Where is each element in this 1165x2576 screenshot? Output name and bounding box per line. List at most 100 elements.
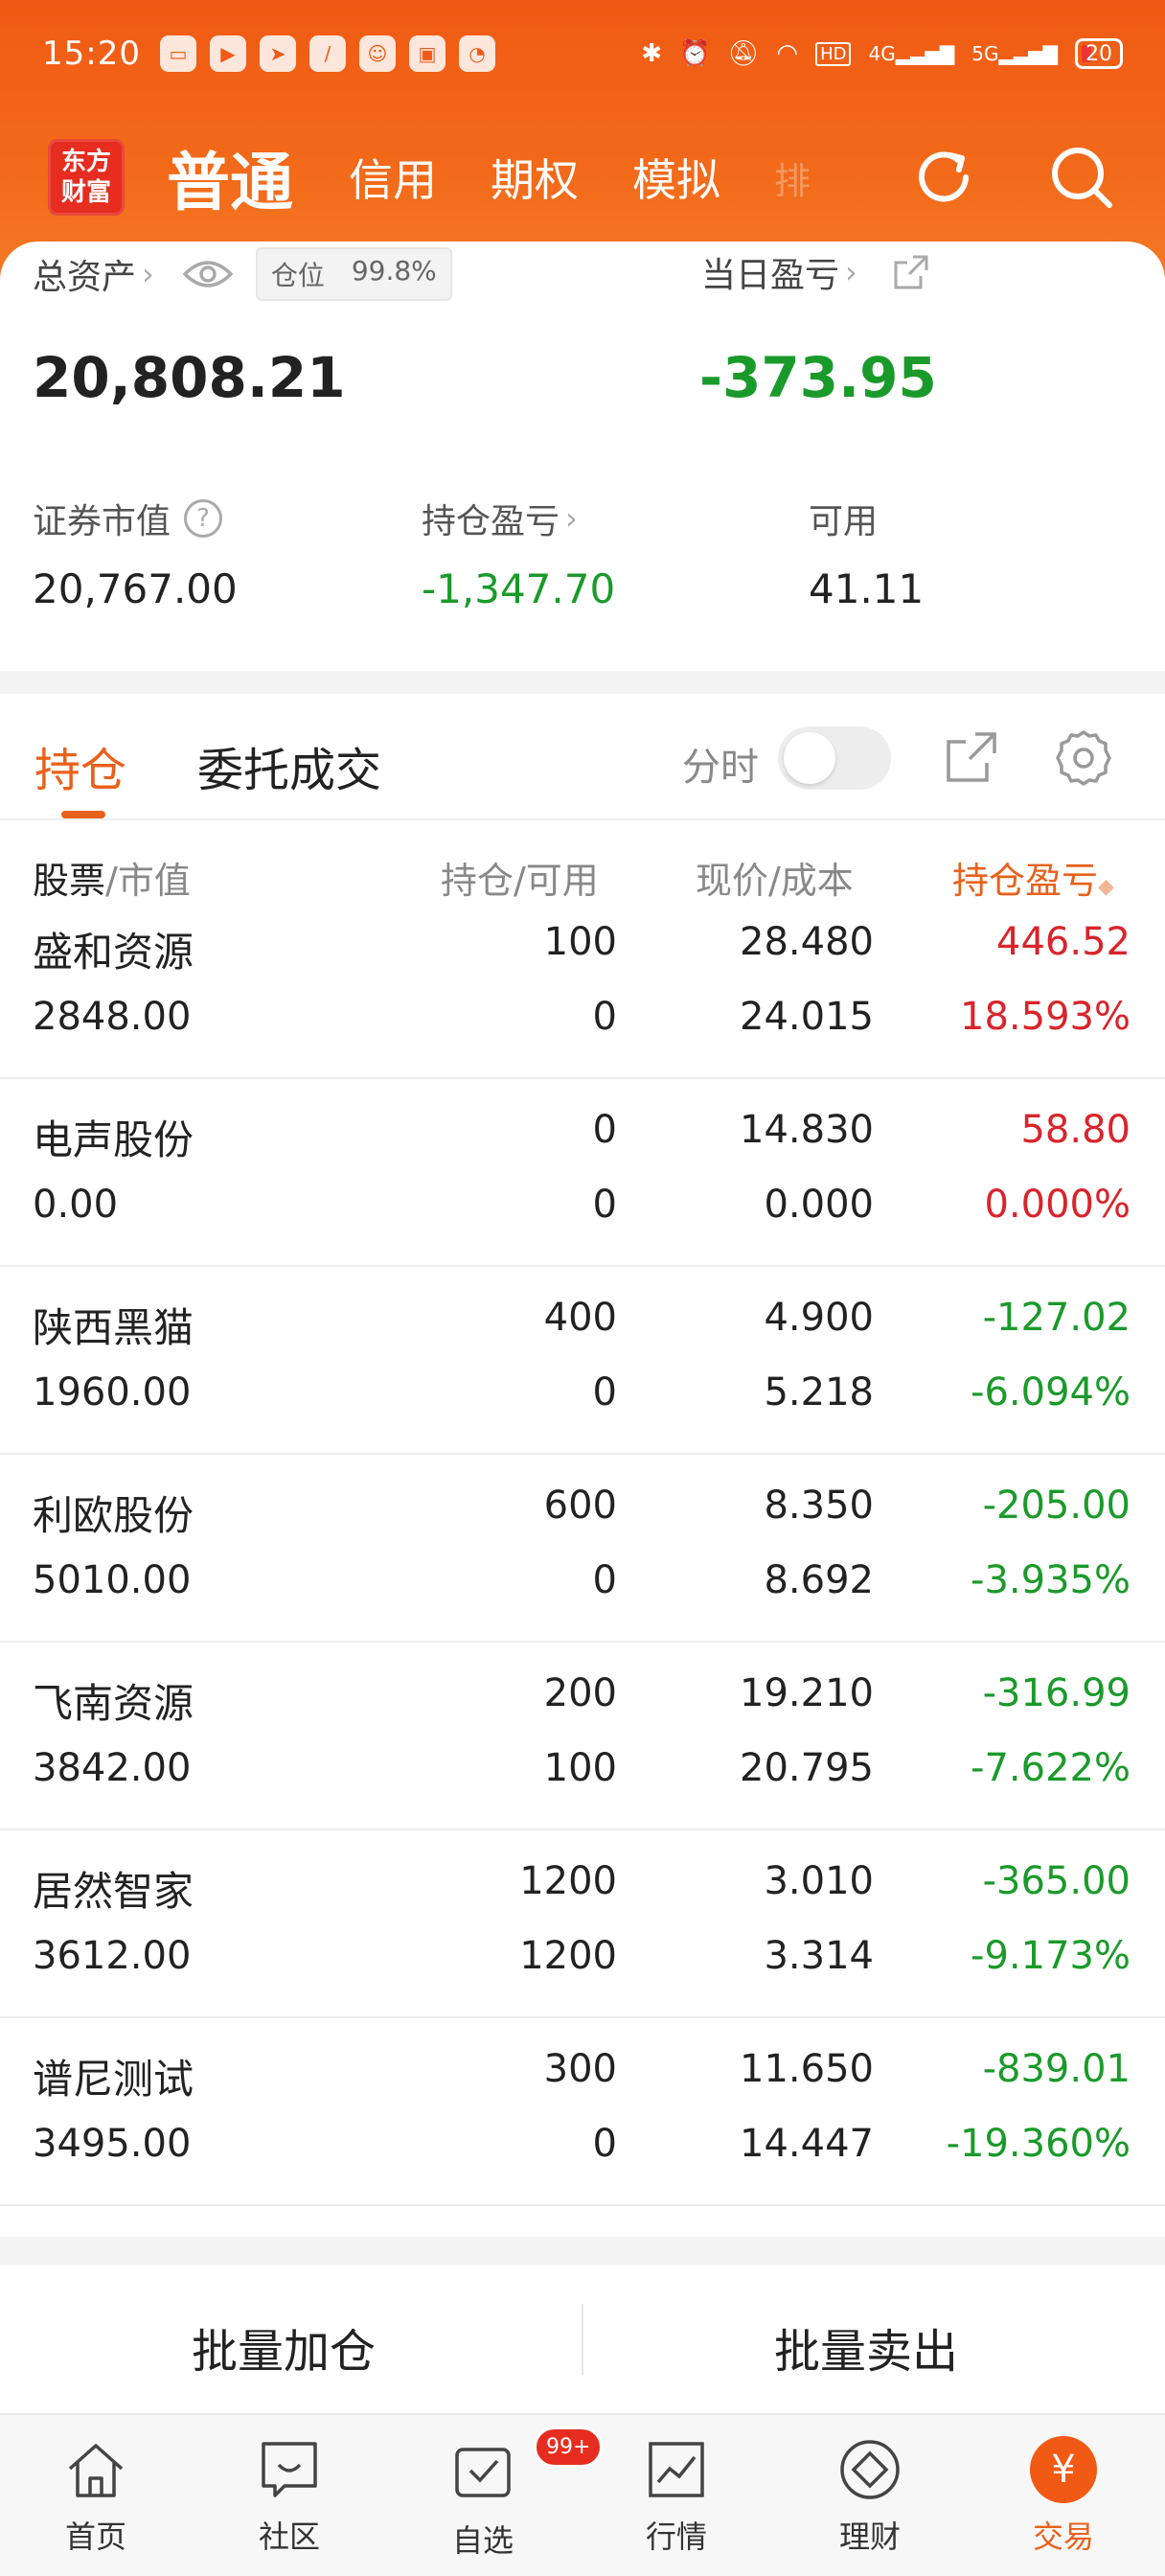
daily-pl-label[interactable]: 当日盈亏 — [701, 247, 839, 297]
stock-price: 4.900 — [764, 1296, 874, 1340]
chevron-right-icon[interactable]: › — [845, 254, 857, 290]
stock-name: 飞南资源 — [33, 1680, 194, 1727]
total-assets-value: 20,808.21 — [33, 345, 346, 410]
stock-qty: 100 — [543, 920, 617, 964]
stock-cost: 0.000 — [764, 1183, 874, 1227]
toggle-knob — [784, 732, 835, 784]
stock-qty: 0 — [592, 1108, 617, 1152]
bottom-tab-bar: 首页 社区 99+ 自选 行情 理财 ¥ 交易 — [0, 2413, 1165, 2576]
tab-orders[interactable]: 委托成交 — [197, 732, 381, 799]
stock-qty: 400 — [543, 1296, 617, 1340]
stock-available: 0 — [592, 1183, 617, 1227]
share-icon[interactable] — [892, 253, 930, 291]
holding-pl-value: -1,347.70 — [422, 565, 616, 612]
home-icon — [68, 2444, 124, 2497]
stock-name: 谱尼测试 — [33, 2056, 194, 2103]
chevron-right-icon[interactable]: › — [142, 256, 154, 292]
tabbar-watchlist[interactable]: 99+ 自选 — [406, 2426, 604, 2561]
market-value: 20,767.00 — [33, 565, 238, 612]
stock-cost: 8.692 — [764, 1558, 874, 1602]
batch-buy-button[interactable]: 批量加仓 — [192, 2313, 376, 2380]
help-icon[interactable]: ? — [184, 499, 223, 538]
total-assets-header: 总资产 › 仓位 99.8% — [33, 247, 452, 301]
export-icon[interactable] — [943, 728, 1000, 786]
daily-pl-header: 当日盈亏 › — [701, 247, 930, 297]
stock-pl: -205.00 — [982, 1484, 1131, 1528]
stock-name: 电声股份 — [33, 1116, 194, 1163]
batch-sell-button[interactable]: 批量卖出 — [774, 2313, 958, 2380]
stock-pl-pct: -6.094% — [971, 1370, 1131, 1414]
stock-name: 陕西黑猫 — [33, 1304, 194, 1351]
stock-pl: 446.52 — [996, 920, 1131, 964]
stock-qty: 1200 — [519, 1859, 617, 1903]
stock-pl-pct: -9.173% — [971, 1934, 1131, 1978]
tab-active-indicator — [61, 811, 105, 818]
status-right-icons: ✱ ⏰ 🔕︎ ◠ HD 4G▂▃▅▇ 5G▂▃▅▇ 20 — [641, 38, 1123, 69]
stock-available: 1200 — [519, 1934, 617, 1978]
battery-indicator: 20 — [1075, 38, 1123, 69]
stock-available: 0 — [592, 995, 617, 1039]
market-value-label: 证券市值 ? — [33, 494, 223, 543]
signal-5g: 5G▂▃▅▇ — [971, 42, 1058, 65]
eye-icon[interactable] — [181, 257, 235, 291]
hd-label: HD — [815, 41, 852, 66]
stock-available: 0 — [592, 1370, 617, 1414]
holding-row[interactable]: 盛和资源 2848.00 100 0 28.480 24.015 446.52 18.593% — [0, 891, 1165, 1079]
stock-price: 19.210 — [740, 1671, 874, 1715]
holding-row[interactable]: 电声股份 0.00 0 0 14.830 0.000 58.80 0.000% — [0, 1079, 1165, 1267]
holding-row[interactable]: 利欧股份 5010.00 600 0 8.350 8.692 -205.00 -3.935% — [0, 1455, 1165, 1643]
fenshi-toggle[interactable] — [778, 726, 891, 790]
status-notification-icons: ▭ ▶ ➤ / ☺ ▣ ◔ — [159, 35, 495, 72]
holding-row[interactable]: 谱尼测试 3495.00 300 0 11.650 14.447 -839.01 -19.36… — [0, 2018, 1165, 2206]
total-assets-label[interactable]: 总资产 — [33, 249, 136, 299]
search-icon[interactable] — [1046, 142, 1117, 213]
video-app-icon: ▶ — [209, 35, 246, 72]
settings-gear-icon[interactable] — [1054, 728, 1113, 788]
tabbar-community[interactable]: 社区 — [213, 2436, 366, 2557]
stock-qty: 300 — [543, 2047, 617, 2091]
stock-market-value: 3842.00 — [33, 1746, 192, 1790]
stock-name: 盛和资源 — [33, 929, 194, 976]
mute-icon: 🔕︎ — [727, 39, 760, 68]
holding-row[interactable]: 居然智家 3612.00 1200 1200 3.010 3.314 -365.00 -9.1… — [0, 1830, 1165, 2018]
tab-options[interactable]: 期权 — [491, 146, 579, 209]
send-app-icon: ➤ — [259, 35, 296, 72]
game-app-icon: ☺ — [358, 35, 396, 72]
stock-cost: 24.015 — [740, 995, 874, 1039]
tab-normal[interactable]: 普通 — [167, 131, 293, 223]
refresh-icon[interactable] — [908, 142, 979, 213]
holding-pl-label[interactable]: 持仓盈亏 › — [422, 494, 578, 543]
stock-cost: 5.218 — [764, 1370, 874, 1414]
tabbar-wealth[interactable]: 理财 — [793, 2436, 947, 2557]
tabbar-home[interactable]: 首页 — [19, 2436, 172, 2557]
slash-app-icon: / — [308, 35, 346, 72]
clipboard-app-icon: ▣ — [408, 35, 445, 72]
status-bar: 15:20 ▭ ▶ ➤ / ☺ ▣ ◔ ✱ ⏰ 🔕︎ ◠ HD 4G▂▃▅▇ 5… — [0, 0, 1165, 107]
holdings-tab-row: 持仓 委托成交 分时 — [0, 694, 1165, 820]
holding-row[interactable]: 飞南资源 3842.00 200 100 19.210 20.795 -316.99 -7.6… — [0, 1643, 1165, 1830]
fenshi-label: 分时 — [682, 746, 759, 790]
tab-holdings[interactable]: 持仓 — [34, 732, 126, 799]
tab-margin[interactable]: 信用 — [349, 146, 437, 209]
stock-available: 0 — [592, 2122, 617, 2166]
stock-pl-pct: 18.593% — [960, 995, 1131, 1039]
market-icon — [649, 2442, 704, 2497]
chevron-right-icon: › — [565, 500, 578, 537]
status-time: 15:20 — [42, 34, 141, 73]
tabbar-trade[interactable]: ¥ 交易 — [987, 2436, 1140, 2557]
bluetooth-icon: ✱ — [641, 39, 662, 68]
stock-price: 3.010 — [764, 1859, 874, 1903]
batch-actions-bar: 批量加仓 批量卖出 — [0, 2266, 1165, 2413]
holdings-panel: 持仓 委托成交 分时 股票/市值 持仓/可用 现价/成本 持仓盈亏◆ 盛和资源 2… — [0, 694, 1165, 2237]
tab-simulation[interactable]: 模拟 — [632, 146, 720, 209]
tabbar-market[interactable]: 行情 — [600, 2436, 753, 2557]
stock-pl: 58.80 — [1020, 1108, 1131, 1152]
daily-pl-value: -373.95 — [699, 345, 937, 410]
stock-market-value: 3495.00 — [33, 2122, 192, 2166]
stock-available: 100 — [543, 1746, 617, 1790]
holding-row[interactable]: 陕西黑猫 1960.00 400 0 4.900 5.218 -127.02 -6.094% — [0, 1267, 1165, 1455]
stock-pl: -839.01 — [982, 2047, 1131, 2091]
stock-cost: 14.447 — [740, 2122, 874, 2166]
stock-pl-pct: -3.935% — [971, 1558, 1131, 1602]
stock-name: 居然智家 — [33, 1868, 194, 1915]
